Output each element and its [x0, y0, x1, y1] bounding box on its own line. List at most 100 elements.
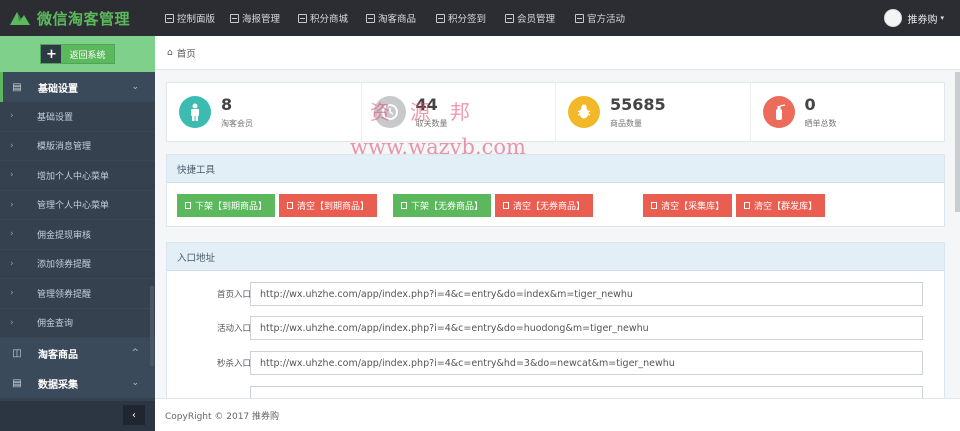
- menu-icon: [366, 13, 375, 23]
- collapse-sidebar-button[interactable]: ‹: [123, 405, 145, 425]
- sidebar-group-label: 淘客商品: [38, 349, 78, 361]
- remove-no-coupon-products-button[interactable]: 下架【无券商品】: [393, 194, 492, 217]
- top-nav-menu: 控制面版 海报管理 积分商城 淘客商品 积分签到 会员管理 官方活动: [160, 0, 644, 36]
- menu-icon: [230, 13, 239, 23]
- home-icon[interactable]: ⌂: [167, 48, 173, 58]
- menu-icon: [575, 13, 584, 23]
- quick-tools-buttons: 下架【到期商品】 清空【到期商品】 下架【无券商品】 清空【无券商品】 清空【采…: [167, 183, 944, 217]
- app-logo[interactable]: 微信淘客管理: [8, 7, 130, 29]
- sidebar-group-label: 数据采集: [38, 379, 78, 391]
- columns-icon: ◫: [12, 347, 22, 359]
- menu-icon: [298, 13, 307, 23]
- sidebar-footer: ‹: [0, 401, 155, 431]
- sidebar-item-template-messages[interactable]: › 模版消息管理: [0, 132, 155, 161]
- activity-entry-url-field[interactable]: http://wx.uhzhe.com/app/index.php?i=4&c=…: [250, 316, 923, 340]
- user-menu[interactable]: 推券购 ▾: [884, 7, 944, 29]
- entry-row-activity: 活动入口 http://wx.uhzhe.com/app/index.php?i…: [167, 316, 946, 340]
- logo-icon: [10, 12, 30, 25]
- chevron-left-icon: ‹: [132, 409, 136, 421]
- sidebar-header: + 返回系统: [0, 36, 155, 72]
- entry-row-flash-sale: 秒杀入口 http://wx.uhzhe.com/app/index.php?i…: [167, 351, 946, 375]
- flash-sale-entry-url-field[interactable]: http://wx.uhzhe.com/app/index.php?i=4&c=…: [250, 351, 923, 375]
- stat-product-count: 55685 商品数量: [556, 83, 751, 141]
- back-to-system-button[interactable]: + 返回系统: [40, 44, 115, 64]
- chevron-right-icon: ›: [10, 140, 14, 151]
- nav-poster[interactable]: 海报管理: [227, 0, 297, 36]
- user-name: 推券购: [907, 14, 938, 26]
- square-icon: [401, 202, 408, 209]
- stat-showcase-count: 0 晒单总数: [751, 83, 945, 141]
- chevron-up-icon: ^: [131, 348, 139, 358]
- stat-label: 商品数量: [610, 119, 642, 128]
- stat-value: 8: [221, 95, 233, 114]
- sidebar-item-commission-withdraw[interactable]: › 佣金提现审核: [0, 220, 155, 250]
- stats-bar: 8 淘客会员 44 取关数量 55685 商品数量 0 晒单总数: [166, 82, 945, 142]
- main-scrollbar[interactable]: [955, 72, 960, 212]
- menu-icon: [505, 13, 514, 23]
- chevron-down-icon: ⌄: [131, 378, 139, 388]
- square-icon: [651, 202, 658, 209]
- sidebar-item-commission-query[interactable]: › 佣金查询: [0, 309, 155, 338]
- stat-label: 淘客会员: [221, 119, 253, 128]
- nav-control-panel[interactable]: 控制面版: [160, 0, 227, 36]
- nav-members[interactable]: 会员管理: [504, 0, 574, 36]
- plus-icon: +: [41, 45, 62, 63]
- file-icon: ▤: [12, 377, 22, 389]
- app-title: 微信淘客管理: [37, 9, 131, 28]
- remove-expired-products-button[interactable]: 下架【到期商品】: [177, 194, 276, 217]
- chevron-right-icon: ›: [10, 199, 14, 210]
- stat-value: 0: [804, 95, 816, 114]
- active-indicator: [0, 72, 3, 102]
- chevron-right-icon: ›: [10, 229, 14, 240]
- back-button-label: 返回系统: [69, 50, 106, 61]
- caret-down-icon: ▾: [940, 14, 944, 22]
- sidebar-scrollbar[interactable]: [150, 286, 154, 366]
- person-icon: [179, 96, 211, 128]
- sidebar-item-manage-personal-menu[interactable]: › 管理个人中心菜单: [0, 191, 155, 220]
- chevron-down-icon: ⌄: [131, 82, 139, 92]
- stat-taoke-members: 8 淘客会员: [167, 83, 362, 141]
- nav-points-mall[interactable]: 积分商城: [297, 0, 365, 36]
- chevron-right-icon: ›: [10, 258, 14, 269]
- home-entry-url-field[interactable]: http://wx.uhzhe.com/app/index.php?i=4&c=…: [250, 282, 923, 306]
- chevron-right-icon: ›: [10, 317, 14, 328]
- sidebar-item-basic-settings[interactable]: › 基础设置: [0, 102, 155, 132]
- entry-label: 活动入口: [216, 324, 251, 334]
- sidebar-item-add-coupon-reminder[interactable]: › 添加领券提醒: [0, 250, 155, 279]
- square-icon: [185, 202, 191, 209]
- sidebar-group-basic-settings[interactable]: ▤ 基础设置 ⌄: [0, 72, 155, 102]
- breadcrumb: ⌂ 首页: [155, 36, 960, 70]
- sidebar-group-taoke-products[interactable]: ◫ 淘客商品 ^: [0, 338, 155, 368]
- entry-row-home: 首页入口 http://wx.uhzhe.com/app/index.php?i…: [167, 282, 946, 306]
- stat-value: 55685: [610, 95, 666, 114]
- breadcrumb-home[interactable]: 首页: [177, 46, 196, 60]
- nav-points-signin[interactable]: 积分签到: [435, 0, 504, 36]
- file-icon: ▤: [12, 81, 22, 93]
- clear-broadcast-library-button[interactable]: 清空【群发库】: [736, 194, 826, 217]
- stat-label: 晒单总数: [804, 119, 837, 128]
- clear-collection-library-button[interactable]: 清空【采集库】: [643, 194, 733, 217]
- panel-title: 快捷工具: [167, 155, 944, 183]
- quick-tools-panel: 快捷工具 下架【到期商品】 清空【到期商品】 下架【无券商品】 清空【无券商品】…: [166, 154, 945, 227]
- avatar: [884, 9, 903, 27]
- menu-icon: [165, 13, 174, 23]
- nav-official-activities[interactable]: 官方活动: [574, 0, 644, 36]
- panel-title: 入口地址: [167, 243, 944, 271]
- chevron-right-icon: ›: [10, 288, 14, 299]
- sidebar-group-label: 基础设置: [38, 83, 78, 95]
- chevron-right-icon: ›: [10, 170, 14, 181]
- page-footer: CopyRight © 2017 推券购: [155, 398, 960, 431]
- square-icon: [503, 202, 510, 209]
- clear-expired-products-button[interactable]: 清空【到期商品】: [279, 194, 378, 217]
- nav-taoke-products[interactable]: 淘客商品: [365, 0, 435, 36]
- sidebar-group-data-collection[interactable]: ▤ 数据采集 ⌄: [0, 368, 155, 398]
- square-icon: [287, 202, 294, 209]
- sidebar-item-add-personal-menu[interactable]: › 增加个人中心菜单: [0, 161, 155, 191]
- menu-icon: [436, 13, 445, 23]
- sidebar-item-manage-coupon-reminder[interactable]: › 管理领券提醒: [0, 279, 155, 309]
- chevron-right-icon: ›: [10, 111, 14, 122]
- clear-no-coupon-products-button[interactable]: 清空【无券商品】: [495, 194, 594, 217]
- sidebar: + 返回系统 ▤ 基础设置 ⌄ › 基础设置 › 模版消息管理 › 增加个人中心菜单 …: [0, 36, 155, 431]
- square-icon: [744, 202, 751, 209]
- fire-extinguisher-icon: [762, 96, 795, 128]
